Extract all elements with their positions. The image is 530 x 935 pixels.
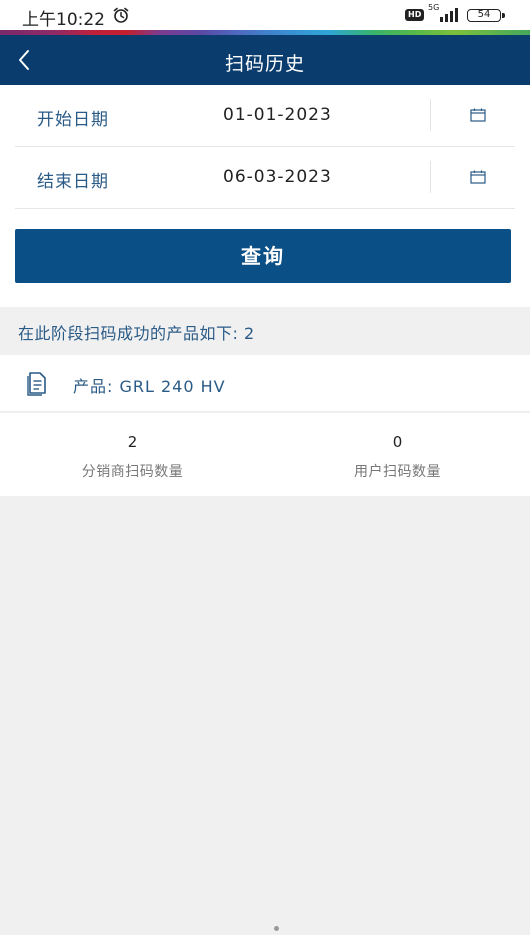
user-scan-stat: 0 用户扫码数量	[265, 413, 530, 481]
status-bar: 上午10:22 HD 5G 54	[0, 0, 530, 30]
result-summary: 在此阶段扫码成功的产品如下: 2	[18, 324, 255, 343]
product-label: 产品: GRL 240 HV	[73, 377, 226, 396]
status-time: 上午10:22	[22, 10, 105, 30]
divider	[430, 161, 431, 193]
end-date-row[interactable]: 结束日期 06-03-2023	[15, 147, 515, 209]
calendar-icon[interactable]	[470, 108, 486, 122]
user-scan-count: 0	[392, 433, 403, 451]
navigation-bar: 扫码历史	[0, 35, 530, 85]
battery-tip	[502, 13, 505, 18]
start-date-value[interactable]: 01-01-2023	[223, 105, 332, 125]
page-title: 扫码历史	[224, 53, 305, 75]
distributor-scan-label: 分销商扫码数量	[81, 464, 184, 480]
document-icon	[27, 372, 46, 396]
query-button[interactable]: 查询	[15, 229, 511, 283]
scan-stats: 2 分销商扫码数量 0 用户扫码数量	[0, 413, 530, 496]
battery-icon: 54	[467, 9, 501, 22]
home-indicator	[274, 926, 279, 931]
product-item[interactable]: 产品: GRL 240 HV	[0, 355, 530, 412]
divider	[430, 99, 431, 131]
start-date-row[interactable]: 开始日期 01-01-2023	[15, 85, 515, 147]
distributor-scan-count: 2	[127, 433, 138, 451]
hd-badge: HD	[405, 9, 425, 21]
start-date-label: 开始日期	[37, 110, 109, 130]
signal-icon	[440, 8, 458, 22]
end-date-label: 结束日期	[37, 172, 109, 192]
user-scan-label: 用户扫码数量	[354, 464, 441, 480]
calendar-icon[interactable]	[470, 170, 486, 184]
end-date-value[interactable]: 06-03-2023	[223, 167, 332, 187]
alarm-clock-icon	[113, 7, 129, 23]
distributor-scan-stat: 2 分销商扫码数量	[0, 413, 265, 481]
